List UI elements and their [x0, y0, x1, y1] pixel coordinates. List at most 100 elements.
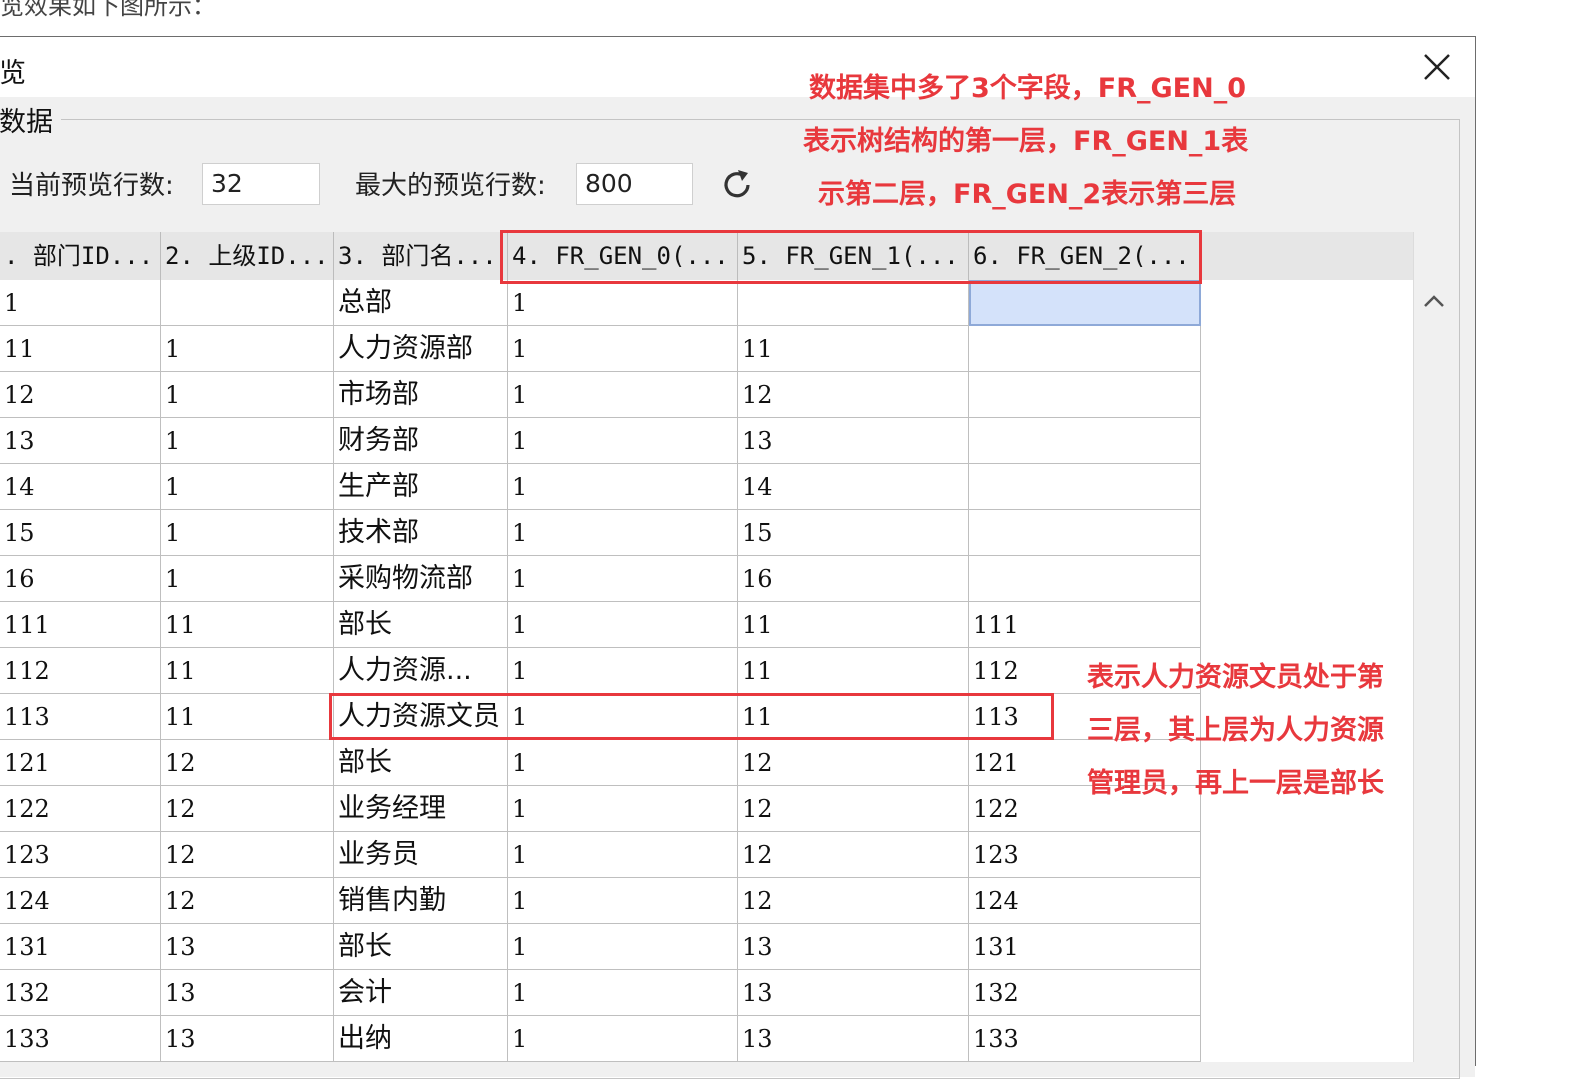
- table-cell[interactable]: 12: [0, 372, 161, 418]
- table-cell[interactable]: 1: [508, 372, 738, 418]
- table-row[interactable]: 131 13 部长 1 13 131: [0, 924, 1202, 970]
- table-cell[interactable]: 人力资源部: [334, 326, 508, 372]
- table-cell[interactable]: 1: [508, 464, 738, 510]
- column-header-2[interactable]: 2. 上级ID...: [161, 232, 334, 280]
- table-cell[interactable]: 12: [161, 878, 334, 924]
- table-cell[interactable]: 1: [508, 648, 738, 694]
- table-row[interactable]: 124 12 销售内勤 1 12 124: [0, 878, 1202, 924]
- table-row[interactable]: 122 12 业务经理 1 12 122: [0, 786, 1202, 832]
- table-cell[interactable]: 12: [161, 740, 334, 786]
- table-cell[interactable]: 13: [738, 924, 969, 970]
- table-cell[interactable]: [969, 372, 1201, 418]
- table-cell[interactable]: 16: [0, 556, 161, 602]
- table-cell[interactable]: 1: [508, 924, 738, 970]
- table-cell[interactable]: 13: [161, 970, 334, 1016]
- table-cell[interactable]: 13: [161, 1016, 334, 1062]
- table-cell[interactable]: 1: [508, 694, 738, 740]
- table-cell[interactable]: [969, 464, 1201, 510]
- table-cell[interactable]: 技术部: [334, 510, 508, 556]
- scroll-up-button[interactable]: [1414, 280, 1454, 324]
- table-cell[interactable]: 1: [508, 418, 738, 464]
- table-cell[interactable]: 销售内勤: [334, 878, 508, 924]
- table-cell[interactable]: 1: [0, 280, 161, 326]
- column-header-6[interactable]: 6. FR_GEN_2(...: [969, 232, 1201, 280]
- table-cell[interactable]: 124: [969, 878, 1201, 924]
- table-cell[interactable]: 14: [738, 464, 969, 510]
- table-row[interactable]: 123 12 业务员 1 12 123: [0, 832, 1202, 878]
- column-header-1[interactable]: . 部门ID...: [0, 232, 161, 280]
- max-rows-field[interactable]: 800: [576, 163, 693, 205]
- table-cell[interactable]: 13: [0, 418, 161, 464]
- table-cell[interactable]: 1: [508, 326, 738, 372]
- column-header-4[interactable]: 4. FR_GEN_0(...: [508, 232, 738, 280]
- table-cell[interactable]: 1: [161, 372, 334, 418]
- table-cell[interactable]: 1: [508, 832, 738, 878]
- table-cell[interactable]: 1: [508, 786, 738, 832]
- table-row[interactable]: 112 11 人力资源... 1 11 112: [0, 648, 1202, 694]
- table-cell[interactable]: 112: [0, 648, 161, 694]
- close-button[interactable]: [1417, 47, 1457, 87]
- table-row[interactable]: 13 1 财务部 1 13: [0, 418, 1202, 464]
- table-cell[interactable]: 市场部: [334, 372, 508, 418]
- table-cell[interactable]: 业务员: [334, 832, 508, 878]
- table-cell[interactable]: 财务部: [334, 418, 508, 464]
- table-row[interactable]: 16 1 采购物流部 1 16: [0, 556, 1202, 602]
- table-cell[interactable]: 1: [161, 464, 334, 510]
- table-cell[interactable]: 采购物流部: [334, 556, 508, 602]
- table-row[interactable]: 1 总部 1: [0, 280, 1202, 326]
- table-cell[interactable]: 15: [0, 510, 161, 556]
- table-cell[interactable]: 11: [0, 326, 161, 372]
- table-cell[interactable]: 132: [969, 970, 1201, 1016]
- table-cell[interactable]: 部长: [334, 924, 508, 970]
- table-cell[interactable]: 12: [161, 832, 334, 878]
- table-cell[interactable]: 113: [0, 694, 161, 740]
- table-row[interactable]: 15 1 技术部 1 15: [0, 510, 1202, 556]
- table-cell[interactable]: 12: [738, 372, 969, 418]
- table-cell[interactable]: 人力资源...: [334, 648, 508, 694]
- table-cell[interactable]: 121: [0, 740, 161, 786]
- table-cell[interactable]: 部长: [334, 740, 508, 786]
- table-cell[interactable]: 11: [738, 326, 969, 372]
- table-cell[interactable]: 11: [738, 694, 969, 740]
- table-cell[interactable]: 13: [738, 1016, 969, 1062]
- table-cell[interactable]: 13: [738, 418, 969, 464]
- column-header-5[interactable]: 5. FR_GEN_1(...: [738, 232, 969, 280]
- table-cell[interactable]: 13: [161, 924, 334, 970]
- table-cell[interactable]: 12: [738, 786, 969, 832]
- table-cell[interactable]: 11: [738, 602, 969, 648]
- table-cell[interactable]: 业务经理: [334, 786, 508, 832]
- table-cell[interactable]: 1: [508, 740, 738, 786]
- table-cell[interactable]: [969, 326, 1201, 372]
- table-cell[interactable]: 111: [969, 602, 1201, 648]
- table-cell[interactable]: 15: [738, 510, 969, 556]
- table-cell[interactable]: 11: [161, 694, 334, 740]
- table-cell[interactable]: 1: [161, 556, 334, 602]
- table-cell[interactable]: 133: [0, 1016, 161, 1062]
- table-cell[interactable]: 1: [508, 510, 738, 556]
- table-cell[interactable]: 出纳: [334, 1016, 508, 1062]
- table-row[interactable]: 133 13 出纳 1 13 133: [0, 1016, 1202, 1062]
- table-cell[interactable]: 124: [0, 878, 161, 924]
- table-cell[interactable]: 16: [738, 556, 969, 602]
- table-row[interactable]: 12 1 市场部 1 12: [0, 372, 1202, 418]
- table-cell[interactable]: 1: [508, 878, 738, 924]
- table-cell[interactable]: 1: [161, 326, 334, 372]
- vertical-scrollbar[interactable]: [1413, 232, 1454, 1062]
- table-cell[interactable]: 11: [161, 602, 334, 648]
- table-cell[interactable]: 人力资源文员: [334, 694, 508, 740]
- table-cell[interactable]: 12: [738, 878, 969, 924]
- table-cell[interactable]: 122: [0, 786, 161, 832]
- table-cell[interactable]: 123: [969, 832, 1201, 878]
- table-row[interactable]: 11 1 人力资源部 1 11: [0, 326, 1202, 372]
- table-cell[interactable]: 1: [508, 556, 738, 602]
- table-cell[interactable]: 132: [0, 970, 161, 1016]
- table-cell[interactable]: 1: [508, 602, 738, 648]
- table-cell[interactable]: 总部: [334, 280, 508, 326]
- table-row[interactable]: 132 13 会计 1 13 132: [0, 970, 1202, 1016]
- table-row[interactable]: 111 11 部长 1 11 111: [0, 602, 1202, 648]
- table-cell[interactable]: [969, 418, 1201, 464]
- table-cell[interactable]: [161, 280, 334, 326]
- table-cell[interactable]: 123: [0, 832, 161, 878]
- table-row[interactable]: 113 11 人力资源文员 1 11 113: [0, 694, 1202, 740]
- table-cell[interactable]: [969, 280, 1201, 326]
